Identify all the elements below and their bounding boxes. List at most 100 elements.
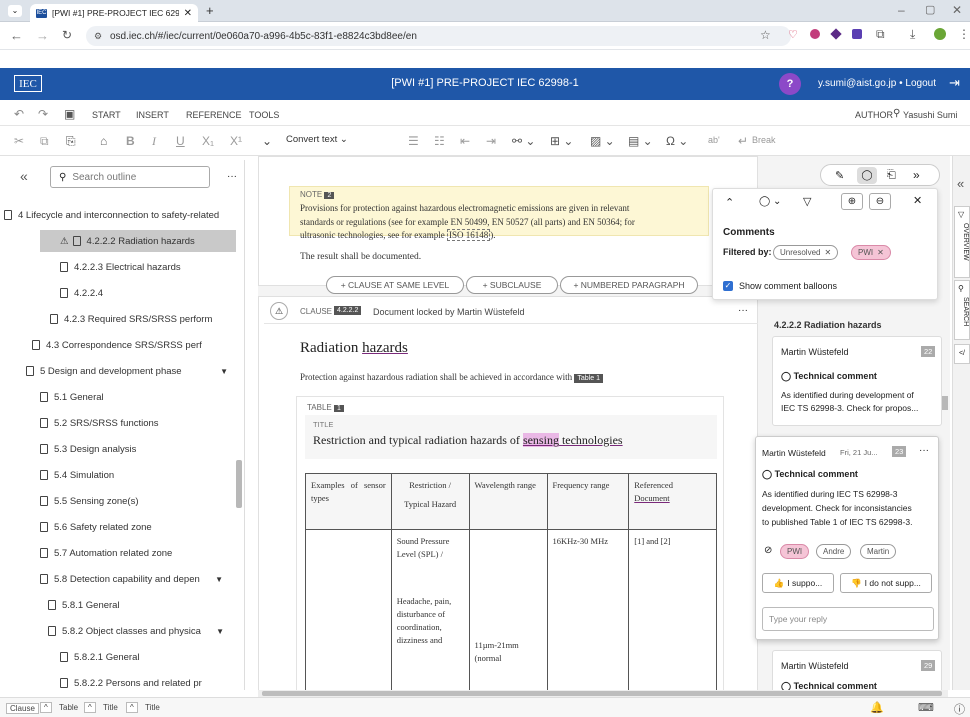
indent-icon[interactable]: ⇥ [486,134,496,148]
browser-menu-icon[interactable]: ⋮ [958,27,970,41]
numbered-list-icon[interactable]: ☷ [434,134,445,148]
outline-item[interactable]: 4.2.3 Required SRS/SRSS perform [50,308,235,330]
chevron-down-icon[interactable]: ▼ [215,575,223,584]
tag-pwi[interactable]: PWI [780,544,810,559]
close-window-icon[interactable]: ✕ [952,3,962,17]
iso-reference-link[interactable]: ISO 16148 [446,229,491,241]
outline-item[interactable]: 5 Design and development phase ▼ [26,360,236,382]
table-cell[interactable]: 11µm-21mm (normal [468,529,548,700]
outline-item[interactable]: 5.4 Simulation [40,464,235,486]
convert-text-dropdown[interactable]: Convert text ⌄ [286,134,348,145]
overview-tab[interactable]: ▽ OVERVIEW [954,206,970,278]
underline-icon[interactable]: U [176,134,185,148]
support-button[interactable]: 👍 I suppo... [762,573,834,593]
outline-item[interactable]: 5.7 Automation related zone [40,542,235,564]
break-icon[interactable]: ↵ [738,134,748,148]
save-icon[interactable]: ▣ [64,107,75,121]
edit-comment-icon[interactable]: ✎ [835,169,844,182]
not-support-button[interactable]: 👎 I do not supp... [840,573,932,593]
extension-pocket-icon[interactable]: ♡ [788,28,798,41]
outline-item[interactable]: 5.8.1 General [48,594,236,616]
outline-item[interactable]: 5.8 Detection capability and depen ▼ [40,568,235,590]
keyboard-icon[interactable]: ⌨ [918,701,934,714]
comment-card[interactable]: Martin Wüstefeld 29 ◯ Technical comment [772,650,942,690]
extensions-puzzle-icon[interactable]: ⧉ [876,27,885,42]
outline-item[interactable]: 5.1 General [40,386,235,408]
breadcrumb-up-icon[interactable]: ^ [40,702,52,713]
cut-icon[interactable]: ✂ [14,134,24,148]
tab-insert[interactable]: INSERT [136,110,169,120]
bookmark-star-icon[interactable]: ☆ [760,28,771,42]
tab-search-icon[interactable]: ⌄ [8,5,22,17]
outline-item[interactable]: 4.3 Correspondence SRS/SRSS perf [32,334,235,356]
outline-item[interactable]: 5.8.2.2 Persons and related pr [60,672,205,690]
collapse-rail-icon[interactable]: « [957,176,964,191]
table-cell[interactable]: Sound Pressure Level (SPL) / Headache, pa… [390,529,470,700]
outline-item[interactable]: 4.2.2.3 Electrical hazards [60,256,240,278]
table-icon[interactable]: ⊞ ⌄ [550,134,573,148]
back-icon[interactable]: ← [10,28,23,43]
export-icon[interactable]: ⎗ [887,169,896,182]
tag-martin[interactable]: Martin [860,544,897,559]
outline-item[interactable]: 5.8.2 Object classes and physica ▼ [48,620,236,642]
tab-reference[interactable]: REFERENCE [186,110,242,120]
outline-item[interactable]: 4.2.2.4 [60,282,240,304]
image-icon[interactable]: ▨ ⌄ [590,134,615,148]
chevron-down-icon[interactable]: ▼ [216,627,224,636]
breadcrumb-up-icon[interactable]: ^ [84,702,96,713]
breadcrumb-table[interactable]: Table [56,703,81,712]
tab-start[interactable]: START [92,110,121,120]
table-reference-link[interactable]: Table 1 [574,374,603,383]
outline-item[interactable]: 5.2 SRS/SRSS functions [40,412,235,434]
redo-icon[interactable]: ↷ [38,107,48,121]
comment-card[interactable]: Martin Wüstefeld 22 ◯ Technical comment … [772,336,942,426]
download-icon[interactable]: ⤓ [910,27,915,42]
breadcrumb-title-2[interactable]: Title [142,703,163,712]
search-tab[interactable]: ⚲ SEARCH [954,280,970,340]
collapse-outline-icon[interactable]: « [20,168,28,184]
search-outline-input[interactable]: ⚲ Search outline [50,166,210,188]
show-balloons-checkbox[interactable]: ✓ [723,281,733,291]
filter-icon[interactable]: ▽ [803,195,811,208]
logout-icon[interactable]: ⇥ [949,75,960,91]
forward-icon[interactable]: → [36,28,49,43]
info-icon[interactable]: ⓘ [954,701,965,717]
chevron-down-icon[interactable]: ▼ [220,367,228,376]
outline-scrollbar[interactable] [236,460,242,508]
copy-icon[interactable]: ⧉ [40,134,49,149]
site-info-icon[interactable]: ⚙ [94,31,102,42]
outline-item[interactable]: 5.5 Sensing zone(s) [40,490,235,512]
browser-tab[interactable]: IEC [PWI #1] PRE-PROJECT IEC 629 ✕ [30,4,198,22]
italic-icon[interactable]: I [152,134,156,149]
extension-1-icon[interactable] [810,29,820,39]
minimize-icon[interactable]: – [898,3,905,17]
abl-button[interactable]: ab' [708,135,720,145]
previous-comment-icon[interactable]: ⊕ [841,193,863,210]
bold-icon[interactable]: B [126,134,135,148]
next-comment-icon[interactable]: ⊖ [869,193,891,210]
clause-more-icon[interactable]: ··· [738,305,748,316]
figure-icon[interactable]: ▤ ⌄ [628,134,653,148]
filter-chip-pwi[interactable]: PWI ✕ [851,245,891,260]
reload-icon[interactable]: ↻ [62,28,72,42]
maximize-icon[interactable]: ▢ [925,3,935,16]
outline-item[interactable]: 5.8.2.1 General [60,646,236,668]
reply-input[interactable]: Type your reply [762,607,934,631]
table-cell[interactable]: 16KHz-30 MHz [546,529,630,700]
symbol-icon[interactable]: Ω ⌄ [666,134,688,148]
highlight-icon[interactable]: ⌂ [100,134,107,148]
source-tab[interactable]: </ [954,344,970,364]
expand-icon[interactable]: » [913,168,920,182]
add-clause-button[interactable]: + CLAUSE AT SAME LEVEL [326,276,464,294]
remove-filter-icon[interactable]: ✕ [824,248,831,257]
breadcrumb-title[interactable]: Title [100,703,121,712]
breadcrumb-up-icon[interactable]: ^ [126,702,138,713]
expanded-comment-card[interactable]: Martin Wüstefeld Fri, 21 Ju... 23 ··· ◯ … [755,436,939,640]
extension-3-icon[interactable] [852,29,862,39]
table-cell[interactable] [305,529,392,700]
comment-type-dropdown-icon[interactable]: ◯ ⌄ [759,196,781,207]
profile-avatar[interactable] [934,28,946,40]
address-input[interactable]: ⚙ osd.iec.ch/#/iec/current/0e060a70-a996… [86,26,791,46]
outline-more-icon[interactable]: ··· [227,171,237,182]
note-block[interactable]: NOTE 2 Provisions for protection against… [289,186,709,241]
